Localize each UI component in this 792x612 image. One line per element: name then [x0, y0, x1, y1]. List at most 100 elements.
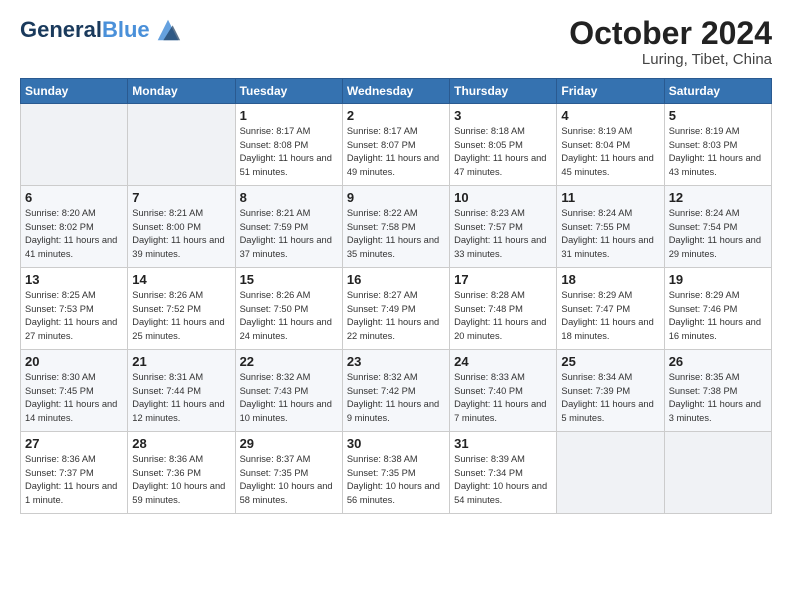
- day-number: 21: [132, 354, 230, 369]
- calendar-cell: [664, 432, 771, 514]
- day-number: 28: [132, 436, 230, 451]
- calendar-cell: 9 Sunrise: 8:22 AM Sunset: 7:58 PM Daylig…: [342, 186, 449, 268]
- calendar-cell: 14 Sunrise: 8:26 AM Sunset: 7:52 PM Dayli…: [128, 268, 235, 350]
- day-number: 6: [25, 190, 123, 205]
- day-number: 11: [561, 190, 659, 205]
- day-number: 20: [25, 354, 123, 369]
- cell-daylight-info: Sunrise: 8:33 AM Sunset: 7:40 PM Dayligh…: [454, 371, 552, 425]
- day-number: 2: [347, 108, 445, 123]
- cell-daylight-info: Sunrise: 8:26 AM Sunset: 7:50 PM Dayligh…: [240, 289, 338, 343]
- calendar-cell: 20Sunrise: 8:30 AM Sunset: 7:45 PM Dayli…: [21, 350, 128, 432]
- calendar-cell: 3Sunrise: 8:18 AM Sunset: 8:05 PM Daylig…: [450, 104, 557, 186]
- weekday-header: Sunday: [21, 79, 128, 104]
- calendar-cell: 2 Sunrise: 8:17 AM Sunset: 8:07 PM Daylig…: [342, 104, 449, 186]
- cell-daylight-info: Sunrise: 8:25 AM Sunset: 7:53 PM Dayligh…: [25, 289, 123, 343]
- page: GeneralBlue October 2024 Luring, Tibet, …: [0, 0, 792, 524]
- weekday-header-row: SundayMondayTuesdayWednesdayThursdayFrid…: [21, 79, 772, 104]
- calendar-cell: 19 Sunrise: 8:29 AM Sunset: 7:46 PM Dayli…: [664, 268, 771, 350]
- day-number: 31: [454, 436, 552, 451]
- cell-daylight-info: Sunrise: 8:36 AM Sunset: 7:36 PM Dayligh…: [132, 453, 230, 507]
- calendar-cell: 6 Sunrise: 8:20 AM Sunset: 8:02 PM Daylig…: [21, 186, 128, 268]
- cell-daylight-info: Sunrise: 8:17 AM Sunset: 8:08 PM Dayligh…: [240, 125, 338, 179]
- calendar-week-row: 20Sunrise: 8:30 AM Sunset: 7:45 PM Dayli…: [21, 350, 772, 432]
- day-number: 25: [561, 354, 659, 369]
- weekday-header: Wednesday: [342, 79, 449, 104]
- day-number: 1: [240, 108, 338, 123]
- calendar-table: SundayMondayTuesdayWednesdayThursdayFrid…: [20, 78, 772, 514]
- weekday-header: Monday: [128, 79, 235, 104]
- cell-daylight-info: Sunrise: 8:37 AM Sunset: 7:35 PM Dayligh…: [240, 453, 338, 507]
- calendar-week-row: 13 Sunrise: 8:25 AM Sunset: 7:53 PM Dayli…: [21, 268, 772, 350]
- weekday-header: Friday: [557, 79, 664, 104]
- logo-text: GeneralBlue: [20, 18, 150, 42]
- calendar-cell: 18Sunrise: 8:29 AM Sunset: 7:47 PM Dayli…: [557, 268, 664, 350]
- calendar-cell: 23Sunrise: 8:32 AM Sunset: 7:42 PM Dayli…: [342, 350, 449, 432]
- day-number: 30: [347, 436, 445, 451]
- cell-daylight-info: Sunrise: 8:36 AM Sunset: 7:37 PM Dayligh…: [25, 453, 123, 507]
- calendar-cell: 29 Sunrise: 8:37 AM Sunset: 7:35 PM Dayli…: [235, 432, 342, 514]
- calendar-cell: 13 Sunrise: 8:25 AM Sunset: 7:53 PM Dayli…: [21, 268, 128, 350]
- day-number: 23: [347, 354, 445, 369]
- day-number: 19: [669, 272, 767, 287]
- logo: GeneralBlue: [20, 16, 182, 44]
- calendar-cell: 31Sunrise: 8:39 AM Sunset: 7:34 PM Dayli…: [450, 432, 557, 514]
- calendar-cell: 28 Sunrise: 8:36 AM Sunset: 7:36 PM Dayli…: [128, 432, 235, 514]
- day-number: 12: [669, 190, 767, 205]
- calendar-week-row: 27Sunrise: 8:36 AM Sunset: 7:37 PM Dayli…: [21, 432, 772, 514]
- header: GeneralBlue October 2024 Luring, Tibet, …: [20, 16, 772, 68]
- month-title: October 2024: [569, 16, 772, 51]
- day-number: 26: [669, 354, 767, 369]
- logo-icon: [154, 16, 182, 44]
- day-number: 22: [240, 354, 338, 369]
- day-number: 13: [25, 272, 123, 287]
- calendar-cell: 16 Sunrise: 8:27 AM Sunset: 7:49 PM Dayli…: [342, 268, 449, 350]
- day-number: 14: [132, 272, 230, 287]
- calendar-cell: 4Sunrise: 8:19 AM Sunset: 8:04 PM Daylig…: [557, 104, 664, 186]
- cell-daylight-info: Sunrise: 8:21 AM Sunset: 8:00 PM Dayligh…: [132, 207, 230, 261]
- day-number: 9: [347, 190, 445, 205]
- calendar-cell: 10 Sunrise: 8:23 AM Sunset: 7:57 PM Dayli…: [450, 186, 557, 268]
- calendar-cell: 21Sunrise: 8:31 AM Sunset: 7:44 PM Dayli…: [128, 350, 235, 432]
- cell-daylight-info: Sunrise: 8:23 AM Sunset: 7:57 PM Dayligh…: [454, 207, 552, 261]
- calendar-cell: [557, 432, 664, 514]
- cell-daylight-info: Sunrise: 8:35 AM Sunset: 7:38 PM Dayligh…: [669, 371, 767, 425]
- cell-daylight-info: Sunrise: 8:26 AM Sunset: 7:52 PM Dayligh…: [132, 289, 230, 343]
- calendar-cell: 26 Sunrise: 8:35 AM Sunset: 7:38 PM Dayli…: [664, 350, 771, 432]
- location: Luring, Tibet, China: [569, 51, 772, 68]
- day-number: 7: [132, 190, 230, 205]
- cell-daylight-info: Sunrise: 8:34 AM Sunset: 7:39 PM Dayligh…: [561, 371, 659, 425]
- cell-daylight-info: Sunrise: 8:29 AM Sunset: 7:46 PM Dayligh…: [669, 289, 767, 343]
- day-number: 3: [454, 108, 552, 123]
- calendar-week-row: 1 Sunrise: 8:17 AM Sunset: 8:08 PM Daylig…: [21, 104, 772, 186]
- calendar-cell: 25 Sunrise: 8:34 AM Sunset: 7:39 PM Dayli…: [557, 350, 664, 432]
- weekday-header: Tuesday: [235, 79, 342, 104]
- cell-daylight-info: Sunrise: 8:22 AM Sunset: 7:58 PM Dayligh…: [347, 207, 445, 261]
- day-number: 16: [347, 272, 445, 287]
- calendar-cell: 30Sunrise: 8:38 AM Sunset: 7:35 PM Dayli…: [342, 432, 449, 514]
- day-number: 10: [454, 190, 552, 205]
- weekday-header: Thursday: [450, 79, 557, 104]
- day-number: 24: [454, 354, 552, 369]
- day-number: 8: [240, 190, 338, 205]
- cell-daylight-info: Sunrise: 8:17 AM Sunset: 8:07 PM Dayligh…: [347, 125, 445, 179]
- calendar-week-row: 6 Sunrise: 8:20 AM Sunset: 8:02 PM Daylig…: [21, 186, 772, 268]
- calendar-body: 1 Sunrise: 8:17 AM Sunset: 8:08 PM Daylig…: [21, 104, 772, 514]
- calendar-cell: 22 Sunrise: 8:32 AM Sunset: 7:43 PM Dayli…: [235, 350, 342, 432]
- cell-daylight-info: Sunrise: 8:19 AM Sunset: 8:04 PM Dayligh…: [561, 125, 659, 179]
- cell-daylight-info: Sunrise: 8:24 AM Sunset: 7:54 PM Dayligh…: [669, 207, 767, 261]
- title-block: October 2024 Luring, Tibet, China: [569, 16, 772, 68]
- day-number: 17: [454, 272, 552, 287]
- cell-daylight-info: Sunrise: 8:21 AM Sunset: 7:59 PM Dayligh…: [240, 207, 338, 261]
- calendar-cell: [21, 104, 128, 186]
- cell-daylight-info: Sunrise: 8:32 AM Sunset: 7:43 PM Dayligh…: [240, 371, 338, 425]
- day-number: 15: [240, 272, 338, 287]
- calendar-cell: 8 Sunrise: 8:21 AM Sunset: 7:59 PM Daylig…: [235, 186, 342, 268]
- cell-daylight-info: Sunrise: 8:20 AM Sunset: 8:02 PM Dayligh…: [25, 207, 123, 261]
- day-number: 29: [240, 436, 338, 451]
- cell-daylight-info: Sunrise: 8:28 AM Sunset: 7:48 PM Dayligh…: [454, 289, 552, 343]
- calendar-cell: 5Sunrise: 8:19 AM Sunset: 8:03 PM Daylig…: [664, 104, 771, 186]
- cell-daylight-info: Sunrise: 8:24 AM Sunset: 7:55 PM Dayligh…: [561, 207, 659, 261]
- cell-daylight-info: Sunrise: 8:27 AM Sunset: 7:49 PM Dayligh…: [347, 289, 445, 343]
- cell-daylight-info: Sunrise: 8:19 AM Sunset: 8:03 PM Dayligh…: [669, 125, 767, 179]
- calendar-cell: 1 Sunrise: 8:17 AM Sunset: 8:08 PM Daylig…: [235, 104, 342, 186]
